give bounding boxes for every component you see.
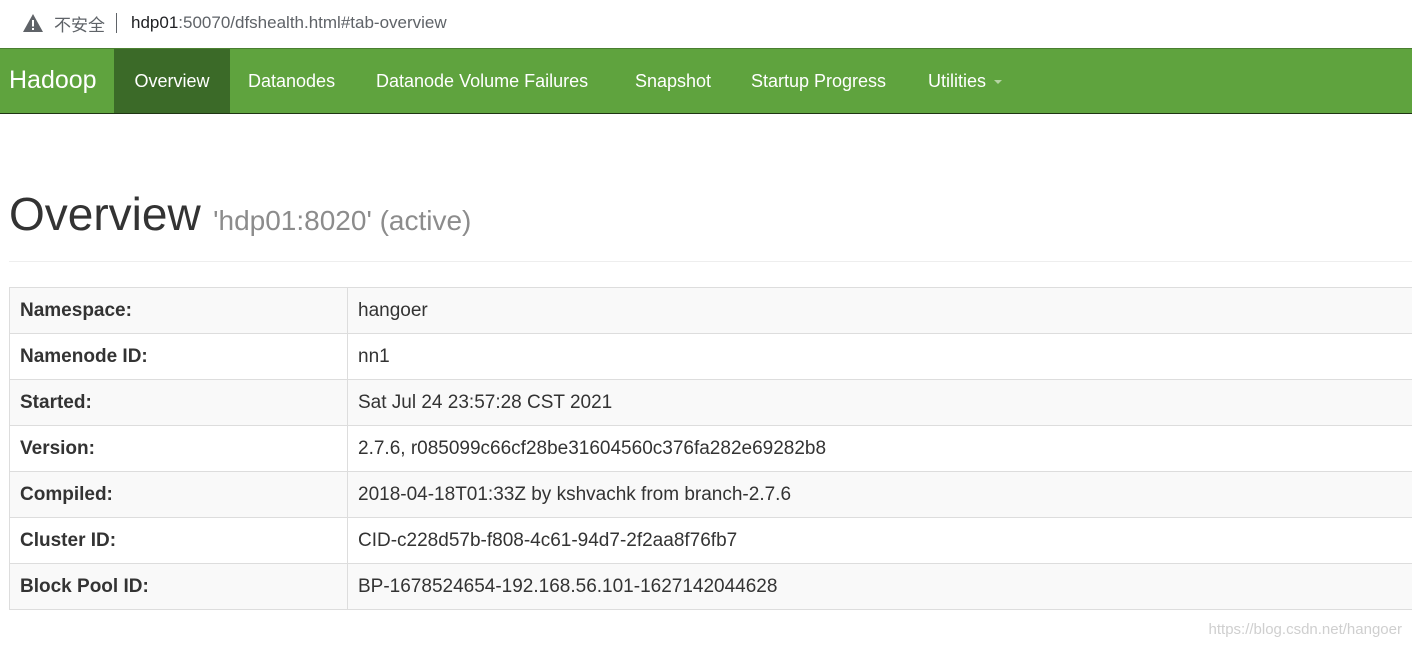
table-row: Version: 2.7.6, r085099c66cf28be31604560… <box>9 425 1412 472</box>
watermark: https://blog.csdn.net/hangoer <box>1208 621 1402 638</box>
row-label-version: Version: <box>9 425 348 472</box>
row-value-block-pool-id: BP-1678524654-192.168.56.101-16271420446… <box>347 563 1412 610</box>
row-label-started: Started: <box>9 379 348 426</box>
nav-item-label: Datanode Volume Failures <box>376 70 589 91</box>
nav-item-label: Utilities <box>928 70 987 91</box>
address-separator <box>116 13 117 33</box>
row-label-namespace: Namespace: <box>9 287 348 334</box>
table-row: Compiled: 2018-04-18T01:33Z by kshvachk … <box>9 471 1412 518</box>
nav-item-label: Overview <box>134 70 210 91</box>
overview-table: Namespace: hangoer Namenode ID: nn1 Star… <box>9 287 1412 610</box>
row-value-compiled: 2018-04-18T01:33Z by kshvachk from branc… <box>347 471 1412 518</box>
warning-triangle-icon[interactable] <box>23 12 45 34</box>
security-label[interactable]: 不安全 <box>54 11 105 36</box>
url-path: :50070/dfshealth.html#tab-overview <box>178 13 447 32</box>
url-text[interactable]: hdp01:50070/dfshealth.html#tab-overview <box>131 13 447 33</box>
nav-item-label: Snapshot <box>635 70 712 91</box>
table-row: Cluster ID: CID-c228d57b-f808-4c61-94d7-… <box>9 517 1412 564</box>
row-value-namenode-id: nn1 <box>347 333 1412 380</box>
nav-item-startup-progress[interactable]: Startup Progress <box>751 49 886 113</box>
nav-item-snapshot[interactable]: Snapshot <box>635 49 711 113</box>
table-row: Started: Sat Jul 24 23:57:28 CST 2021 <box>9 379 1412 426</box>
page-header: Overview 'hdp01:8020' (active) <box>9 187 471 241</box>
url-box[interactable]: 不安全 hdp01:50070/dfshealth.html#tab-overv… <box>6 4 1412 42</box>
brand-logo[interactable]: Hadoop <box>9 66 97 95</box>
row-value-namespace: hangoer <box>347 287 1412 334</box>
row-label-compiled: Compiled: <box>9 471 348 518</box>
row-label-cluster-id: Cluster ID: <box>9 517 348 564</box>
row-label-namenode-id: Namenode ID: <box>9 333 348 380</box>
table-row: Block Pool ID: BP-1678524654-192.168.56.… <box>9 563 1412 610</box>
url-host: hdp01 <box>131 13 179 32</box>
nav-item-label: Startup Progress <box>751 70 887 91</box>
row-value-version: 2.7.6, r085099c66cf28be31604560c376fa282… <box>347 425 1412 472</box>
nav-item-label: Datanodes <box>248 70 336 91</box>
caret-down-icon <box>994 80 1003 84</box>
row-label-block-pool-id: Block Pool ID: <box>9 563 348 610</box>
header-divider <box>9 261 1412 262</box>
nav-item-utilities[interactable]: Utilities <box>928 49 1003 113</box>
browser-address-bar: 不安全 hdp01:50070/dfshealth.html#tab-overv… <box>0 0 1412 46</box>
table-row: Namenode ID: nn1 <box>9 333 1412 380</box>
main-navbar: Hadoop Overview Datanodes Datanode Volum… <box>0 48 1412 114</box>
table-row: Namespace: hangoer <box>9 287 1412 334</box>
nav-item-datanode-volume-failures[interactable]: Datanode Volume Failures <box>376 49 588 113</box>
nav-item-overview[interactable]: Overview <box>114 49 230 113</box>
row-value-started: Sat Jul 24 23:57:28 CST 2021 <box>347 379 1412 426</box>
row-value-cluster-id: CID-c228d57b-f808-4c61-94d7-2f2aa8f76fb7 <box>347 517 1412 564</box>
page-title: Overview <box>9 188 201 240</box>
page-subtitle: 'hdp01:8020' (active) <box>213 205 472 236</box>
nav-item-datanodes[interactable]: Datanodes <box>248 49 335 113</box>
